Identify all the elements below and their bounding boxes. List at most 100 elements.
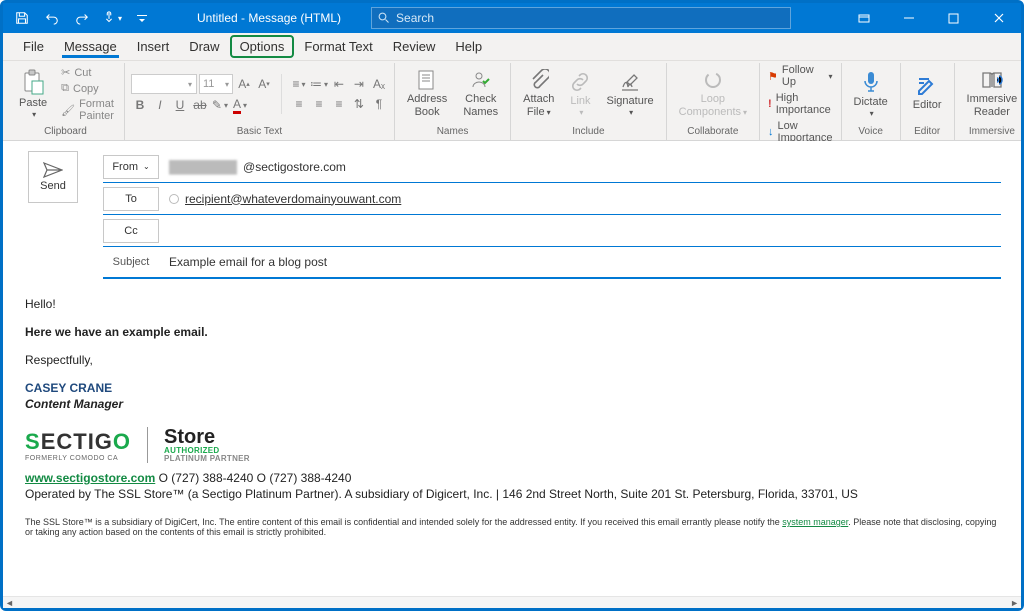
- group-editor: Editor Editor: [901, 63, 955, 140]
- font-size-combo[interactable]: 11▾: [199, 74, 233, 94]
- signature-logo: SECTIGO FORMERLY COMODO CA Store AUTHORI…: [25, 427, 999, 463]
- align-left-icon[interactable]: ≡: [290, 95, 308, 113]
- line-spacing-icon[interactable]: ⇅: [350, 95, 368, 113]
- paragraph-marks-icon[interactable]: ¶: [370, 95, 388, 113]
- font-name-combo[interactable]: ▾: [131, 74, 197, 94]
- attach-file-button[interactable]: AttachFile▾: [517, 67, 560, 121]
- tab-help[interactable]: Help: [445, 33, 492, 60]
- clear-format-icon[interactable]: Aₓ: [370, 75, 388, 93]
- tab-draw[interactable]: Draw: [179, 33, 229, 60]
- reader-icon: [980, 69, 1004, 91]
- touch-mode-icon[interactable]: ▾: [97, 3, 127, 33]
- from-button[interactable]: From⌄: [103, 155, 159, 179]
- horizontal-scrollbar[interactable]: ◄ ►: [3, 596, 1021, 608]
- send-icon: [43, 162, 63, 178]
- cc-button[interactable]: Cc: [103, 219, 159, 243]
- title-bar: ▾ Untitled - Message (HTML) Search: [3, 3, 1021, 33]
- group-label: Names: [401, 125, 504, 140]
- italic-icon[interactable]: I: [151, 96, 169, 114]
- quick-access-toolbar: ▾: [3, 3, 157, 33]
- bold-icon[interactable]: B: [131, 96, 149, 114]
- group-label: Voice: [848, 125, 894, 140]
- exclaim-icon: !: [768, 98, 772, 110]
- group-label: Include: [517, 125, 659, 140]
- loop-icon: [702, 69, 724, 91]
- presence-icon: [169, 194, 179, 204]
- address-book-button[interactable]: AddressBook: [401, 67, 453, 121]
- link-button[interactable]: Link▾: [564, 69, 596, 120]
- format-painter-button[interactable]: 🖌Format Painter: [57, 97, 118, 123]
- group-label: Basic Text: [131, 125, 388, 140]
- redo-icon[interactable]: [67, 3, 97, 33]
- tab-format-text[interactable]: Format Text: [294, 33, 382, 60]
- tab-review[interactable]: Review: [383, 33, 446, 60]
- undo-icon[interactable]: [37, 3, 67, 33]
- send-button[interactable]: Send: [28, 151, 78, 203]
- grow-font-icon[interactable]: A▴: [235, 75, 253, 93]
- message-body[interactable]: Hello! Here we have an example email. Re…: [3, 279, 1021, 569]
- font-color-icon[interactable]: A▾: [231, 96, 249, 114]
- scroll-left-icon[interactable]: ◄: [5, 598, 14, 608]
- underline-icon[interactable]: U: [171, 96, 189, 114]
- copy-button[interactable]: ⧉Copy: [57, 81, 118, 96]
- body-greeting: Hello!: [25, 297, 999, 311]
- align-right-icon[interactable]: ≡: [330, 95, 348, 113]
- group-basic-text: ▾ 11▾ A▴ A▾ B I U ab ✎▾ A▾ ≡▾ ≔▾: [125, 63, 395, 140]
- body-line: Here we have an example email.: [25, 325, 999, 339]
- to-field[interactable]: recipient@whateverdomainyouwant.com: [169, 192, 1001, 206]
- to-button[interactable]: To: [103, 187, 159, 211]
- highlight-icon[interactable]: ✎▾: [211, 96, 229, 114]
- editor-icon: [916, 75, 938, 97]
- group-tags: ⚑Follow Up▾ !High Importance ↓Low Import…: [760, 63, 842, 140]
- book-icon: [416, 69, 438, 91]
- group-label: Immersive: [961, 125, 1024, 140]
- qat-more-icon[interactable]: [127, 3, 157, 33]
- ribbon-tabs: File Message Insert Draw Options Format …: [3, 33, 1021, 61]
- group-clipboard: Paste▾ ✂Cut ⧉Copy 🖌Format Painter Clipbo…: [7, 63, 125, 140]
- arrow-down-icon: ↓: [768, 126, 774, 138]
- follow-up-button[interactable]: ⚑Follow Up▾: [766, 63, 835, 89]
- signature-button[interactable]: Signature▾: [601, 69, 660, 120]
- outdent-icon[interactable]: ⇤: [330, 75, 348, 93]
- tab-file[interactable]: File: [13, 33, 54, 60]
- paperclip-icon: [529, 69, 549, 91]
- loop-components-button[interactable]: LoopComponents▾: [673, 67, 753, 121]
- signature-role: Content Manager: [25, 397, 999, 411]
- body-closing: Respectfully,: [25, 353, 999, 367]
- tab-options[interactable]: Options: [230, 35, 295, 58]
- dictate-button[interactable]: Dictate▾: [848, 68, 894, 121]
- numbering-icon[interactable]: ≔▾: [310, 75, 328, 93]
- minimize-icon[interactable]: [886, 3, 931, 33]
- from-value[interactable]: ████████@sectigostore.com: [169, 160, 1001, 174]
- cut-icon: ✂: [61, 66, 70, 79]
- signature-url[interactable]: www.sectigostore.com: [25, 471, 155, 485]
- person-check-icon: [470, 69, 492, 91]
- subject-field[interactable]: Example email for a blog post: [169, 255, 1001, 269]
- indent-icon[interactable]: ⇥: [350, 75, 368, 93]
- legal-disclaimer: The SSL Store™ is a subsidiary of DigiCe…: [25, 517, 999, 537]
- align-center-icon[interactable]: ≡: [310, 95, 328, 113]
- save-icon[interactable]: [7, 3, 37, 33]
- bullets-icon[interactable]: ≡▾: [290, 75, 308, 93]
- immersive-reader-button[interactable]: ImmersiveReader: [961, 67, 1024, 121]
- maximize-icon[interactable]: [931, 3, 976, 33]
- check-names-button[interactable]: CheckNames: [457, 67, 504, 121]
- signature-name: CASEY CRANE: [25, 381, 999, 395]
- signature-footer: Operated by The SSL Store™ (a Sectigo Pl…: [25, 487, 999, 501]
- high-importance-button[interactable]: !High Importance: [766, 91, 835, 117]
- signature-icon: [620, 71, 640, 93]
- cut-button[interactable]: ✂Cut: [57, 65, 118, 80]
- editor-button[interactable]: Editor: [907, 73, 948, 114]
- tab-message[interactable]: Message: [54, 33, 127, 60]
- paste-button[interactable]: Paste▾: [13, 67, 53, 122]
- group-immersive: ImmersiveReader Immersive: [955, 63, 1024, 140]
- copy-icon: ⧉: [61, 82, 69, 95]
- strike-icon[interactable]: ab: [191, 96, 209, 114]
- system-manager-link[interactable]: system manager: [782, 517, 848, 527]
- search-box[interactable]: Search: [371, 7, 791, 29]
- close-icon[interactable]: [976, 3, 1021, 33]
- scroll-right-icon[interactable]: ►: [1010, 598, 1019, 608]
- tab-insert[interactable]: Insert: [127, 33, 180, 60]
- ribbon-mode-icon[interactable]: [841, 3, 886, 33]
- shrink-font-icon[interactable]: A▾: [255, 75, 273, 93]
